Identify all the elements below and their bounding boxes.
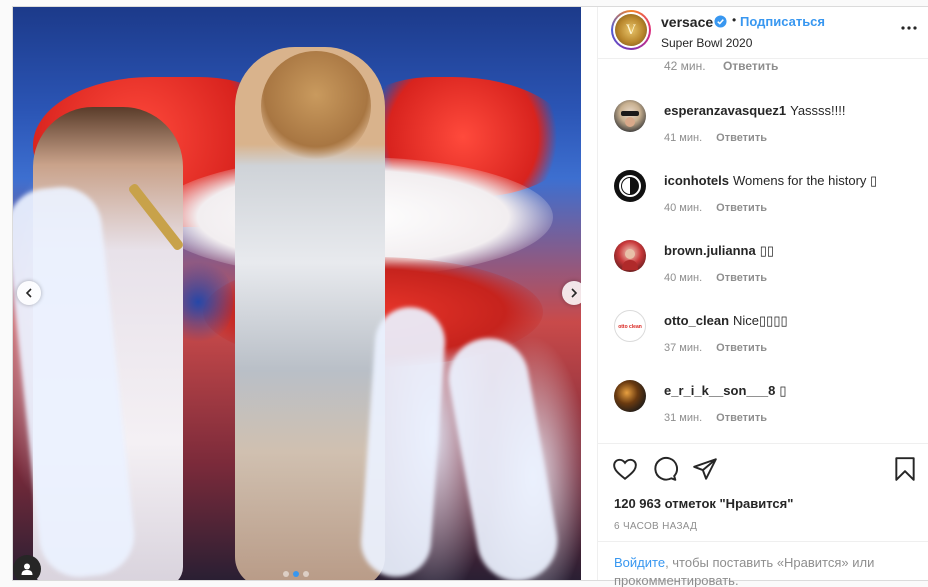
- comment-text: brown.julianna ▯▯: [664, 243, 774, 259]
- comment-meta: 41 мин. Ответить: [664, 132, 767, 144]
- reply-button[interactable]: Ответить: [716, 132, 767, 144]
- post-timestamp[interactable]: 6 ЧАСОВ НАЗАД: [614, 521, 697, 532]
- commenter-avatar[interactable]: [614, 100, 646, 132]
- commenter-username[interactable]: iconhotels: [664, 173, 729, 188]
- comment-body: ▯▯: [759, 243, 775, 258]
- commenter-username[interactable]: otto_clean: [664, 313, 729, 328]
- comment-body: ▯: [779, 383, 787, 398]
- commenter-avatar[interactable]: [614, 240, 646, 272]
- reply-button[interactable]: Ответить: [716, 202, 767, 214]
- comment-item: brown.julianna ▯▯ 40 мин. Ответить: [614, 240, 914, 300]
- comment-icon[interactable]: [652, 456, 678, 482]
- carousel-dot-active: [293, 571, 299, 577]
- share-icon[interactable]: [692, 456, 718, 482]
- previous-photo-button[interactable]: [17, 281, 41, 305]
- comment-body: Womens for the history ▯: [733, 173, 878, 188]
- login-link[interactable]: Войдите: [614, 555, 665, 570]
- avatar-photo-icon: [622, 249, 638, 270]
- comment-time: 40 мин.: [664, 202, 703, 214]
- comment-time: 37 мин.: [664, 342, 703, 354]
- chevron-right-icon: [571, 288, 578, 298]
- avatar-photo-icon: [621, 111, 639, 127]
- post-card: V versace • Подписаться Super Bowl 2020 …: [12, 6, 928, 587]
- comment-time: 31 мин.: [664, 412, 703, 424]
- carousel-dot: [283, 571, 289, 577]
- comment-item: otto clean otto_clean Nice▯▯▯▯ 37 мин. Отв…: [614, 310, 914, 370]
- heart-icon[interactable]: [612, 456, 638, 482]
- reply-button[interactable]: Ответить: [716, 342, 767, 354]
- comment-time: 42 мин.: [664, 60, 706, 73]
- comment-item: e_r_i_k__son___8 ▯ 31 мин. Ответить: [614, 380, 914, 440]
- comment-time: 41 мин.: [664, 132, 703, 144]
- tagged-users-button[interactable]: [13, 555, 41, 580]
- comment-time: 40 мин.: [664, 272, 703, 284]
- commenter-avatar[interactable]: [614, 170, 646, 202]
- comment-text: e_r_i_k__son___8 ▯: [664, 383, 786, 399]
- commenter-username[interactable]: esperanzavasquez1: [664, 103, 786, 118]
- commenter-avatar[interactable]: otto clean: [614, 310, 646, 342]
- comment-meta: 40 мин. Ответить: [664, 272, 767, 284]
- comment-meta: 31 мин. Ответить: [664, 412, 767, 424]
- comment-body: Nice▯▯▯▯: [733, 313, 788, 328]
- carousel-dot: [303, 571, 309, 577]
- photo-figure: [261, 51, 371, 161]
- bookmark-icon[interactable]: [892, 456, 918, 482]
- owner-avatar[interactable]: V: [611, 10, 651, 50]
- commenter-username[interactable]: brown.julianna: [664, 243, 756, 258]
- comment-item: esperanzavasquez1 Yassss!!!! 41 мин. Ответ…: [614, 100, 914, 160]
- follow-button[interactable]: Подписаться: [740, 14, 825, 29]
- avatar-frame: V: [613, 12, 649, 48]
- verified-badge-icon: [714, 15, 727, 28]
- post-sidebar: V versace • Подписаться Super Bowl 2020 …: [597, 7, 928, 587]
- post-header: V versace • Подписаться Super Bowl 2020: [598, 7, 928, 59]
- reply-button[interactable]: Ответить: [716, 272, 767, 284]
- otto-clean-logo-text: otto clean: [618, 324, 642, 330]
- commenter-avatar[interactable]: [614, 380, 646, 412]
- owner-username[interactable]: versace: [661, 14, 713, 30]
- post-actions: 120 963 отметок "Нравится" 6 ЧАСОВ НАЗАД…: [598, 443, 928, 587]
- post-location[interactable]: Super Bowl 2020: [661, 36, 752, 50]
- reply-button[interactable]: Ответить: [716, 412, 767, 424]
- comment-text: iconhotels Womens for the history ▯: [664, 173, 877, 189]
- comment-text: otto_clean Nice▯▯▯▯: [664, 313, 788, 329]
- next-photo-button[interactable]: [562, 281, 581, 305]
- user-icon: [21, 563, 33, 575]
- comment-meta-partial: 42 мин. Ответить: [664, 60, 792, 73]
- comments-list[interactable]: 42 мин. Ответить esperanzavasquez1 Yassss…: [598, 60, 928, 442]
- more-dots-icon: [901, 26, 917, 30]
- post-photo[interactable]: [13, 7, 581, 580]
- versace-logo-icon: V: [615, 14, 647, 46]
- comment-text: esperanzavasquez1 Yassss!!!!: [664, 103, 846, 118]
- otto-clean-logo: otto clean: [618, 314, 642, 338]
- likes-count[interactable]: 120 963 отметок "Нравится": [614, 496, 793, 511]
- reply-button[interactable]: Ответить: [723, 60, 778, 73]
- comment-body: Yassss!!!!: [790, 103, 846, 118]
- more-options-button[interactable]: [900, 19, 918, 37]
- carousel-indicator: [283, 571, 309, 577]
- comment-item: iconhotels Womens for the history ▯ 40 ми…: [614, 170, 914, 230]
- commenter-username[interactable]: e_r_i_k__son___8: [664, 383, 775, 398]
- iconhotels-logo-icon: [619, 175, 641, 197]
- comment-meta: 40 мин. Ответить: [664, 202, 767, 214]
- chevron-left-icon: [25, 288, 32, 298]
- login-prompt: Войдите, чтобы поставить «Нравится» или …: [598, 541, 928, 587]
- header-separator: •: [732, 13, 737, 27]
- comment-meta: 37 мин. Ответить: [664, 342, 767, 354]
